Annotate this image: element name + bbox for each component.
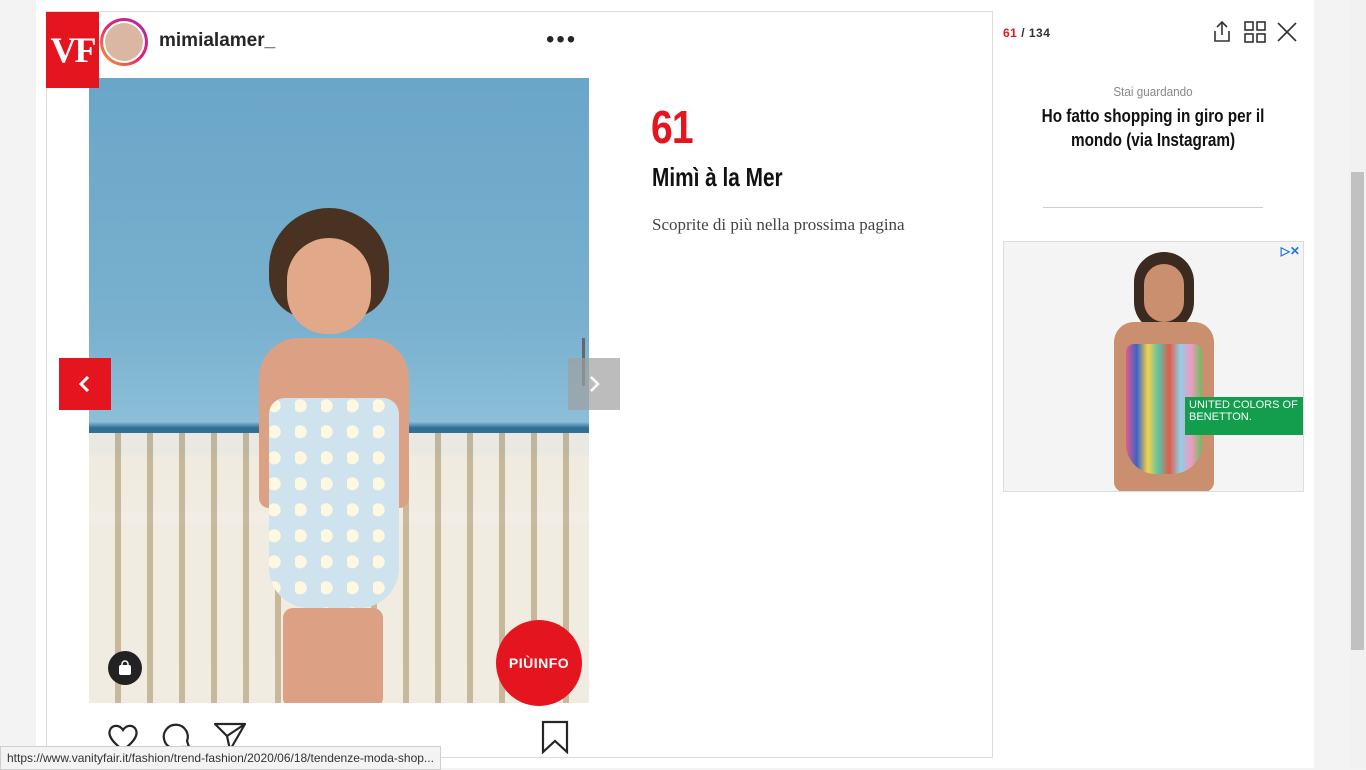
chevron-left-icon [78,375,90,393]
item-description: Scoprite di più nella prossima pagina [652,215,905,234]
ad-model [1074,252,1254,491]
counter-separator: / [1017,26,1029,40]
avatar-image [105,23,143,61]
piu-info-button[interactable]: PIÙINFO [496,620,582,706]
shopping-bag-icon[interactable] [108,651,142,685]
counter-current: 61 [1003,26,1018,40]
gallery-title[interactable]: Ho fatto shopping in giro per il mondo (… [1026,104,1281,152]
item-number: 61 [651,101,694,153]
benetton-logo: UNITED COLORS OF BENETTON. [1185,397,1303,435]
more-options-icon[interactable]: ••• [546,28,577,52]
divider [1043,207,1263,208]
share-icon[interactable] [1211,20,1237,46]
watching-label: Stai guardando [1113,84,1193,99]
post-photo [89,78,589,703]
advertisement[interactable]: UNITED COLORS OF BENETTON. ▷✕ [1003,241,1304,492]
next-slide-button[interactable] [568,358,620,410]
previous-slide-button[interactable] [59,358,111,410]
grid-icon[interactable] [1243,20,1269,46]
post-username[interactable]: mimialamer_ [159,30,275,52]
ad-choices-icon[interactable]: ▷✕ [1281,244,1300,258]
status-bar-url: https://www.vanityfair.it/fashion/trend-… [0,746,441,770]
item-title: Mimì à la Mer [652,162,783,192]
chevron-right-icon [590,376,600,392]
scrollbar-thumb[interactable] [1351,172,1364,650]
model-figure [239,208,459,703]
avatar[interactable] [100,18,148,66]
counter-total: 134 [1028,26,1051,40]
bookmark-icon[interactable] [540,720,574,755]
vf-logo[interactable]: VF [46,12,99,88]
close-icon[interactable] [1275,20,1301,46]
scrollbar[interactable] [1349,0,1366,768]
gallery-counter: 61 / 134 [1003,26,1050,40]
